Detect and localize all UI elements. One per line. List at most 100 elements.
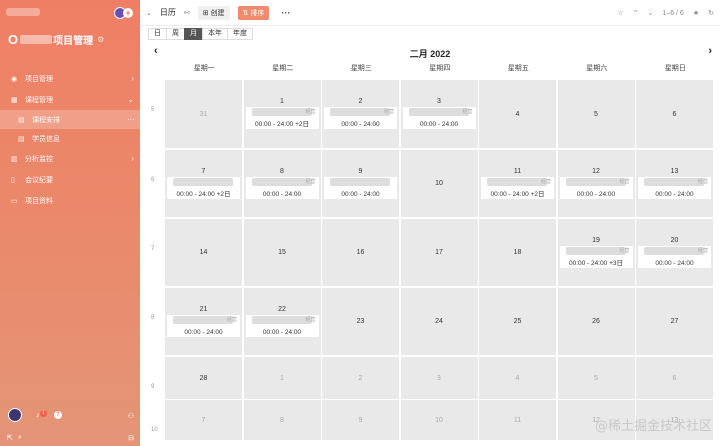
calendar-event[interactable]: 经营 00:00 - 24:00 +3日 — [559, 246, 633, 268]
search-icon[interactable]: ⌕ — [18, 434, 22, 442]
help-icon[interactable]: ? — [54, 411, 62, 419]
star-icon[interactable]: ☆ — [617, 9, 623, 17]
calendar-event[interactable]: 经营 00:00 - 24:00 +2日 — [481, 177, 554, 199]
calendar-day-cell[interactable]: 12 经营 00:00 - 24:00 — [557, 150, 635, 217]
calendar-day-cell[interactable]: 22 经营 00:00 - 24:00 — [243, 288, 321, 355]
next-month-button[interactable]: › — [708, 45, 712, 57]
event-tag: 经营 — [305, 109, 316, 115]
sidebar-item-label: 项目管理 — [25, 75, 53, 83]
calendar-day-cell[interactable]: 14 — [165, 219, 242, 286]
sidebar-item-project-management[interactable]: ◉ 项目管理 › — [0, 68, 140, 89]
view-title[interactable]: 日历 — [160, 7, 176, 18]
calendar-day-cell[interactable]: 13 经营 00:00 - 24:00 — [636, 150, 713, 217]
event-time: 00:00 - 24:00 — [341, 121, 380, 128]
calendar-day-cell[interactable]: 8 经营 00:00 - 24:00 — [243, 150, 321, 217]
calendar-event[interactable]: 经营 00:00 - 24:00 — [324, 107, 397, 129]
day-number: 14 — [199, 249, 208, 256]
add-icon[interactable]: + — [123, 8, 133, 18]
view-tab-week[interactable]: 周 — [166, 28, 185, 40]
event-time: 00:00 - 24:00 — [184, 329, 223, 336]
calendar-day-cell[interactable]: 19 经营 00:00 - 24:00 +3日 — [557, 219, 635, 286]
calendar-event[interactable]: 经营 00:00 - 24:00 — [638, 246, 711, 268]
collapse-sidebar-icon[interactable]: ⊟ — [128, 434, 134, 442]
calendar-day-cell[interactable]: 1 经营 00:00 - 24:00 +2日 — [243, 80, 321, 148]
sidebar-item-analytics[interactable]: ▥ 分析监控 › — [0, 148, 140, 169]
calendar-day-cell[interactable]: 8 — [243, 400, 321, 440]
calendar-day-cell[interactable]: 4 — [479, 357, 556, 399]
sidebar-item-project-docs[interactable]: ▭ 项目资料 — [0, 190, 140, 211]
expand-icon[interactable]: ⇱ — [7, 434, 13, 442]
calendar-day-cell[interactable]: 7 — [165, 400, 242, 440]
calendar-day-cell[interactable]: 10 — [400, 400, 478, 440]
share-icon[interactable]: ⚯ — [184, 9, 190, 17]
calendar-day-cell[interactable]: 5 — [557, 80, 635, 148]
calendar-day-cell[interactable]: 15 — [243, 219, 321, 286]
calendar-event[interactable]: 经营 00:00 - 24:00 — [245, 315, 319, 337]
calendar-day-cell[interactable]: 16 — [322, 219, 399, 286]
sidebar-item-meeting-notes[interactable]: ▯ 会议纪要 — [0, 169, 140, 190]
calendar-day-cell[interactable]: 2 经营 00:00 - 24:00 — [322, 80, 399, 148]
calendar-day-cell[interactable]: 6 — [636, 80, 713, 148]
calendar-day-cell[interactable]: 4 — [479, 80, 556, 148]
view-tab-month[interactable]: 月 — [184, 28, 203, 40]
invite-user-icon[interactable]: ⚇ — [128, 412, 134, 420]
calendar-day-cell[interactable]: 9 00:00 - 24:00 — [322, 150, 399, 217]
project-title-row[interactable]: O 项目管理 ⚙ — [0, 26, 140, 52]
calendar-day-cell[interactable]: 2 — [322, 357, 399, 399]
sidebar-item-course-schedule[interactable]: ▤ 课程安排 ··· — [0, 110, 140, 129]
refresh-icon[interactable]: ↻ — [708, 9, 714, 17]
calendar-day-cell[interactable]: 7 00:00 - 24:00 +2日 — [165, 150, 242, 217]
calendar-day-cell[interactable]: 3 经营 00:00 - 24:00 — [400, 80, 478, 148]
calendar-day-cell[interactable]: 26 — [557, 288, 635, 355]
calendar-day-cell[interactable]: 3 — [400, 357, 478, 399]
event-tag: 经营 — [226, 317, 237, 323]
calendar-day-cell[interactable]: 5 — [557, 357, 635, 399]
view-tab-year[interactable]: 年度 — [227, 28, 253, 40]
sort-button[interactable]: ⇅ 排序 — [237, 5, 270, 20]
view-tab-day[interactable]: 日 — [148, 28, 167, 40]
calendar-day-cell[interactable]: 9 — [322, 400, 399, 440]
add-icon: ⊞ — [202, 9, 211, 17]
calendar-event[interactable]: 经营 00:00 - 24:00 — [638, 177, 711, 199]
calendar-day-cell[interactable]: 23 — [322, 288, 399, 355]
calendar-day-cell[interactable]: 1 — [243, 357, 321, 399]
calendar-day-cell[interactable]: 31 — [165, 80, 242, 148]
settings-icon[interactable]: ⚙ — [97, 35, 104, 44]
calendar-event[interactable]: 经营 00:00 - 24:00 — [559, 177, 633, 199]
calendar-day-cell[interactable]: 11 经营 00:00 - 24:00 +2日 — [479, 150, 556, 217]
sidebar-item-course-management[interactable]: ▦ 课程管理 ⌄ — [0, 89, 140, 110]
view-tab-this-year[interactable]: 本年 — [202, 28, 228, 40]
day-number: 13 — [670, 168, 679, 175]
calendar-event[interactable]: 经营 00:00 - 24:00 +2日 — [245, 107, 319, 129]
weekday-label: 星期一 — [193, 65, 215, 72]
calendar-day-cell[interactable]: 6 — [636, 357, 713, 399]
user-avatar[interactable] — [8, 408, 22, 422]
day-number: 28 — [199, 374, 208, 382]
more-options-button[interactable]: ··· — [281, 8, 290, 18]
calendar-day-cell[interactable]: 24 — [400, 288, 478, 355]
calendar-day-cell[interactable]: 28 — [165, 357, 242, 399]
calendar-event[interactable]: 00:00 - 24:00 +2日 — [167, 177, 240, 199]
calendar-day-cell[interactable]: 10 — [400, 150, 478, 217]
calendar-day-cell[interactable]: 25 — [479, 288, 556, 355]
calendar-day-cell[interactable]: 20 经营 00:00 - 24:00 — [636, 219, 713, 286]
calendar-day-cell[interactable]: 17 — [400, 219, 478, 286]
calendar-event[interactable]: 经营 00:00 - 24:00 — [245, 177, 319, 199]
calendar-event[interactable]: 00:00 - 24:00 — [324, 177, 397, 199]
calendar-icon: ▦ — [11, 96, 18, 104]
chevron-up-icon[interactable]: ⌃ — [633, 9, 639, 17]
calendar-event[interactable]: 经营 00:00 - 24:00 — [402, 107, 476, 129]
calendar-day-cell[interactable]: 27 — [636, 288, 713, 355]
calendar-day-cell[interactable]: 11 — [479, 400, 556, 440]
pin-icon[interactable]: ★ — [693, 9, 699, 17]
day-number: 7 — [201, 168, 206, 175]
create-button[interactable]: ⊞ 创建 — [197, 5, 230, 20]
calendar-day-cell[interactable]: 18 — [479, 219, 556, 286]
chevron-down-icon[interactable]: ⌄ — [648, 9, 654, 17]
calendar-day-cell[interactable]: 21 经营 00:00 - 24:00 — [165, 288, 242, 355]
more-options-icon[interactable]: ··· — [127, 115, 135, 124]
calendar-event[interactable]: 经营 00:00 - 24:00 — [167, 315, 240, 337]
chevron-down-icon[interactable]: ⌄ — [146, 9, 152, 17]
sidebar-item-student-info[interactable]: ▤ 学员信息 — [0, 129, 140, 148]
notification-icon[interactable]: ♪ — [36, 412, 40, 419]
